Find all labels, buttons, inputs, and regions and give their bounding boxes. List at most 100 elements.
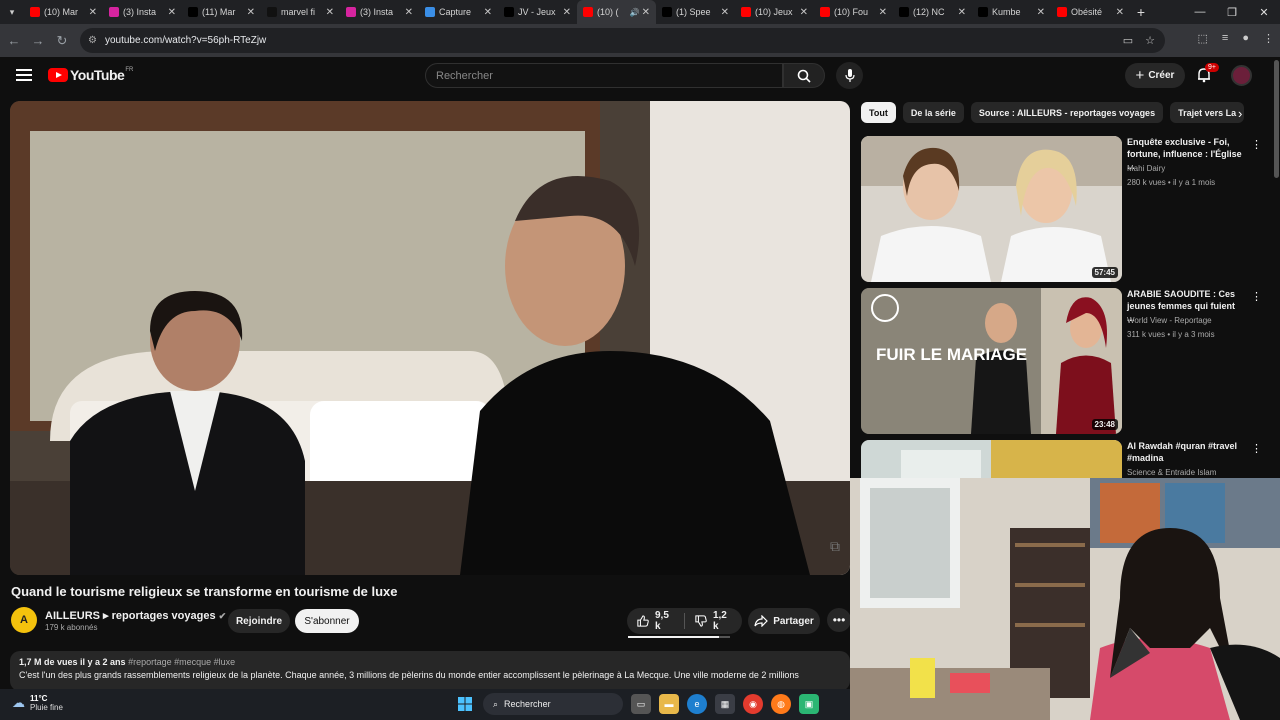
- description-box[interactable]: 1,7 M de vues il y a 2 ans #reportage #m…: [10, 651, 850, 691]
- tab-close-icon[interactable]: ✕: [168, 7, 176, 18]
- url-field[interactable]: ⚙ youtube.com/watch?v=56ph-RTeZjw ▭ ☆: [80, 28, 1165, 53]
- video-thumbnail[interactable]: 57:45: [861, 136, 1122, 282]
- recommendation-channel[interactable]: Mahi Dairy: [1127, 164, 1165, 173]
- page-scrollbar[interactable]: [1274, 60, 1279, 178]
- more-actions-icon[interactable]: •••: [827, 608, 851, 632]
- browser-tab[interactable]: Capture ✕: [419, 0, 498, 24]
- browser-tab[interactable]: (10) Jeux ✕: [735, 0, 814, 24]
- recommendation-menu-icon[interactable]: ⋮: [1251, 442, 1262, 455]
- browser-tab[interactable]: (1) Spee ✕: [656, 0, 735, 24]
- tab-close-icon[interactable]: ✕: [405, 7, 413, 18]
- app-icon[interactable]: ▣: [799, 694, 819, 714]
- store-icon[interactable]: ▦: [715, 694, 735, 714]
- recommendation-channel[interactable]: World View - Reportage: [1127, 316, 1212, 325]
- hashtags[interactable]: #reportage #mecque #luxe: [128, 657, 235, 667]
- back-icon[interactable]: ←: [2, 33, 26, 48]
- tab-close-icon[interactable]: ✕: [1116, 7, 1124, 18]
- tab-close-icon[interactable]: ✕: [484, 7, 492, 18]
- maximize-icon[interactable]: ❐: [1216, 0, 1248, 24]
- browser-tab[interactable]: (12) NC ✕: [893, 0, 972, 24]
- media-control-icon[interactable]: ≡: [1222, 32, 1228, 45]
- tab-close-icon[interactable]: ✕: [721, 7, 729, 18]
- browser-tab[interactable]: JV - Jeux ✕: [498, 0, 577, 24]
- capture-icon: [425, 7, 435, 17]
- tab-title: (11) Mar: [202, 7, 236, 17]
- taskbar-search-icon: ⌕: [493, 698, 499, 709]
- windows-logo-icon: [458, 697, 472, 711]
- youtube-logo[interactable]: YouTube FR: [48, 67, 133, 83]
- file-explorer-icon[interactable]: ▬: [659, 694, 679, 714]
- tab-close-icon[interactable]: ✕: [247, 7, 255, 18]
- tab-close-icon[interactable]: ✕: [89, 7, 97, 18]
- browser-tab[interactable]: (10) (🔊 ✕: [577, 0, 656, 24]
- notification-badge: 9+: [1205, 63, 1219, 72]
- subscribe-button[interactable]: S'abonner: [295, 609, 359, 633]
- chrome-icon[interactable]: ◉: [743, 694, 763, 714]
- tab-close-icon[interactable]: ✕: [1037, 7, 1045, 18]
- reload-icon[interactable]: ↻: [50, 33, 74, 49]
- filter-chip[interactable]: Trajet vers La: [1170, 102, 1245, 123]
- filter-chip[interactable]: De la série: [902, 102, 964, 123]
- browser-tab[interactable]: Obésité ✕: [1051, 0, 1130, 24]
- profile-icon[interactable]: ●: [1242, 32, 1249, 45]
- browser-tab[interactable]: (10) Mar ✕: [24, 0, 103, 24]
- firefox-icon[interactable]: ◍: [771, 694, 791, 714]
- minimize-icon[interactable]: —: [1184, 0, 1216, 24]
- extensions-icon[interactable]: ⬚: [1198, 32, 1208, 45]
- search-button[interactable]: [783, 63, 825, 88]
- voice-search-button[interactable]: [836, 62, 863, 89]
- tab-search-icon[interactable]: ▾: [0, 0, 24, 24]
- browser-tab[interactable]: marvel fi ✕: [261, 0, 340, 24]
- dislike-button[interactable]: 1,2 k: [685, 608, 742, 634]
- recommendation-menu-icon[interactable]: ⋮: [1251, 290, 1262, 303]
- site-info-icon[interactable]: ⚙: [88, 35, 97, 46]
- channel-avatar[interactable]: A: [11, 607, 37, 633]
- channel-name[interactable]: AILLEURS ▸ reportages voyages ✔: [45, 609, 226, 622]
- recommendation-item[interactable]: Al Rawdah #quran #travel #madina Science…: [861, 440, 1262, 480]
- filter-chip[interactable]: Source : AILLEURS - reportages voyages: [970, 102, 1164, 123]
- tab-close-icon[interactable]: ✕: [800, 7, 808, 18]
- video-duration: 57:45: [1091, 267, 1118, 278]
- close-window-icon[interactable]: ✕: [1248, 0, 1280, 24]
- browser-tab[interactable]: (3) Insta ✕: [103, 0, 182, 24]
- filter-chip[interactable]: Tout: [861, 102, 896, 123]
- search-input[interactable]: Rechercher: [425, 63, 783, 88]
- recommendation-item[interactable]: 57:45 Enquête exclusive - Foi, fortune, …: [861, 136, 1262, 282]
- url-text: youtube.com/watch?v=56ph-RTeZjw: [104, 35, 267, 46]
- recommendation-channel[interactable]: Science & Entraide Islam: [1127, 468, 1216, 477]
- edge-icon[interactable]: e: [687, 694, 707, 714]
- browser-tab[interactable]: (10) Fou ✕: [814, 0, 893, 24]
- new-tab-button[interactable]: +: [1130, 4, 1152, 20]
- description-text: C'est l'un des plus grands rassemblement…: [19, 670, 799, 680]
- browser-tab[interactable]: (3) Insta ✕: [340, 0, 419, 24]
- join-button[interactable]: Rejoindre: [228, 609, 290, 633]
- browser-menu-icon[interactable]: ⋮: [1263, 32, 1274, 45]
- video-player[interactable]: ⧉: [10, 101, 850, 575]
- tab-close-icon[interactable]: ✕: [879, 7, 887, 18]
- browser-tab[interactable]: (11) Mar ✕: [182, 0, 261, 24]
- tab-close-icon[interactable]: ✕: [642, 7, 650, 18]
- tab-close-icon[interactable]: ✕: [958, 7, 966, 18]
- chevron-right-icon[interactable]: ›: [1238, 106, 1242, 121]
- video-thumbnail[interactable]: FUIR LE MARIAGE 23:48: [861, 288, 1122, 434]
- bookmark-star-icon[interactable]: ☆: [1145, 34, 1155, 47]
- cast-icon[interactable]: ▭: [1123, 34, 1133, 47]
- like-button[interactable]: 9,5 k: [627, 608, 684, 634]
- recommendation-menu-icon[interactable]: ⋮: [1251, 138, 1262, 151]
- recommendation-title[interactable]: Al Rawdah #quran #travel #madina: [1127, 440, 1247, 464]
- menu-icon[interactable]: [16, 69, 32, 81]
- account-avatar[interactable]: [1231, 65, 1252, 86]
- audio-playing-icon[interactable]: 🔊: [630, 8, 640, 17]
- forward-icon[interactable]: →: [26, 33, 50, 48]
- browser-tab[interactable]: Kumbe ✕: [972, 0, 1051, 24]
- share-button[interactable]: Partager: [748, 608, 820, 634]
- task-view-icon[interactable]: ▭: [631, 694, 651, 714]
- tab-close-icon[interactable]: ✕: [326, 7, 334, 18]
- weather-widget[interactable]: ☁ 11°C Pluie fine: [12, 694, 63, 712]
- video-thumbnail[interactable]: [861, 440, 1122, 480]
- create-button[interactable]: + Créer: [1125, 63, 1185, 88]
- tab-close-icon[interactable]: ✕: [563, 7, 571, 18]
- taskbar-search[interactable]: ⌕ Rechercher: [483, 693, 623, 715]
- windows-start-icon[interactable]: [455, 694, 475, 714]
- recommendation-item[interactable]: FUIR LE MARIAGE 23:48 ARABIE SAOUDITE : …: [861, 288, 1262, 434]
